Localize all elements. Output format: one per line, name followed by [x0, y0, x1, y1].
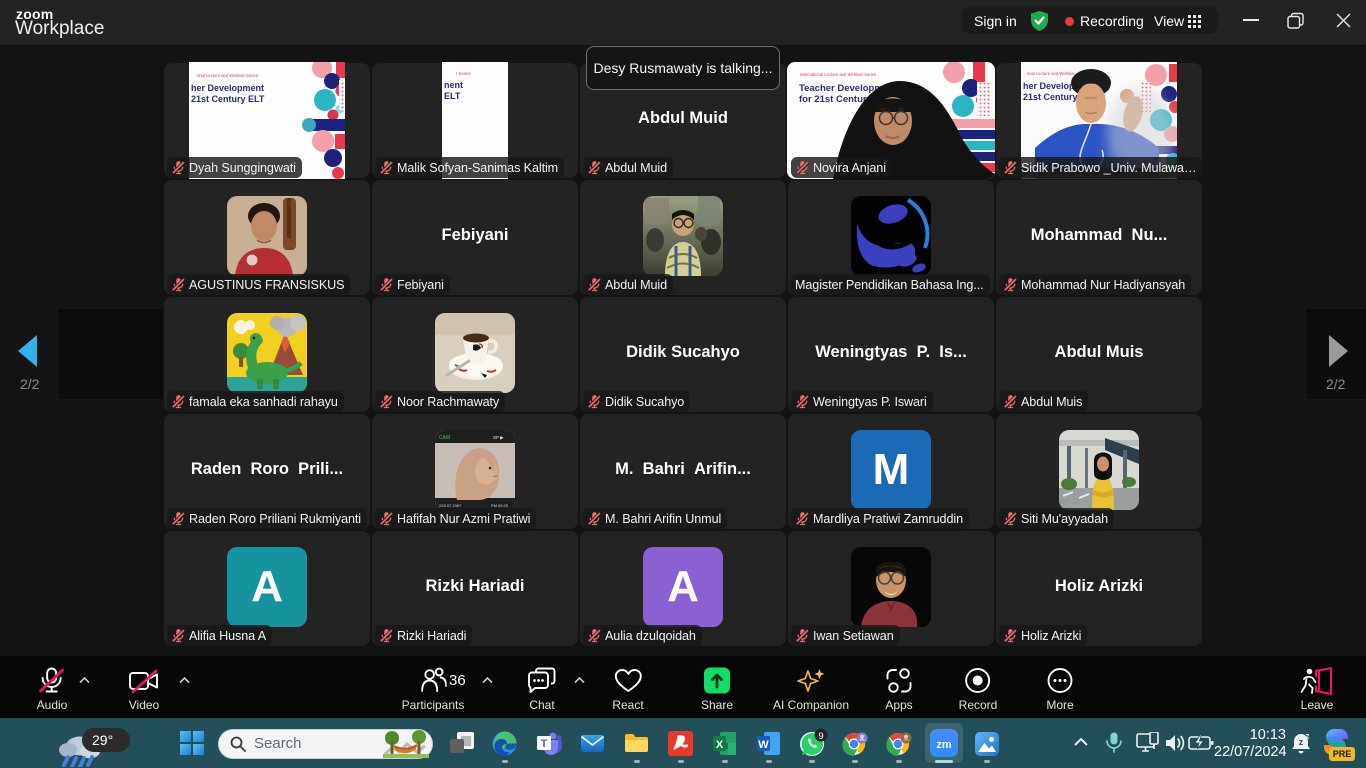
svg-text:CAM: CAM	[439, 435, 450, 441]
svg-text:T: T	[541, 738, 548, 750]
svg-text:onal Lecture and Webinar: onal Lecture and Webinar	[1027, 71, 1075, 76]
svg-text:her Development: her Development	[191, 83, 264, 93]
svg-text:International Lecture and Webi: International Lecture and Webinar Series	[800, 72, 876, 77]
svg-text:z: z	[1306, 732, 1310, 741]
svg-text:nent: nent	[444, 80, 463, 90]
svg-text:zm: zm	[936, 739, 952, 751]
svg-text:r Series: r Series	[456, 71, 470, 76]
svg-text:z: z	[1299, 737, 1304, 747]
svg-text:9: 9	[818, 731, 823, 742]
svg-text:21st Century ELT: 21st Century ELT	[191, 94, 265, 104]
svg-text:29°: 29°	[92, 732, 113, 748]
svg-text:W: W	[758, 739, 769, 751]
svg-text:X: X	[716, 739, 724, 751]
svg-text:SP ▶: SP ▶	[493, 435, 504, 440]
svg-text:onal Lecture and Webinar Seri: onal Lecture and Webinar Series	[197, 73, 258, 78]
svg-text:ELT: ELT	[444, 91, 461, 101]
